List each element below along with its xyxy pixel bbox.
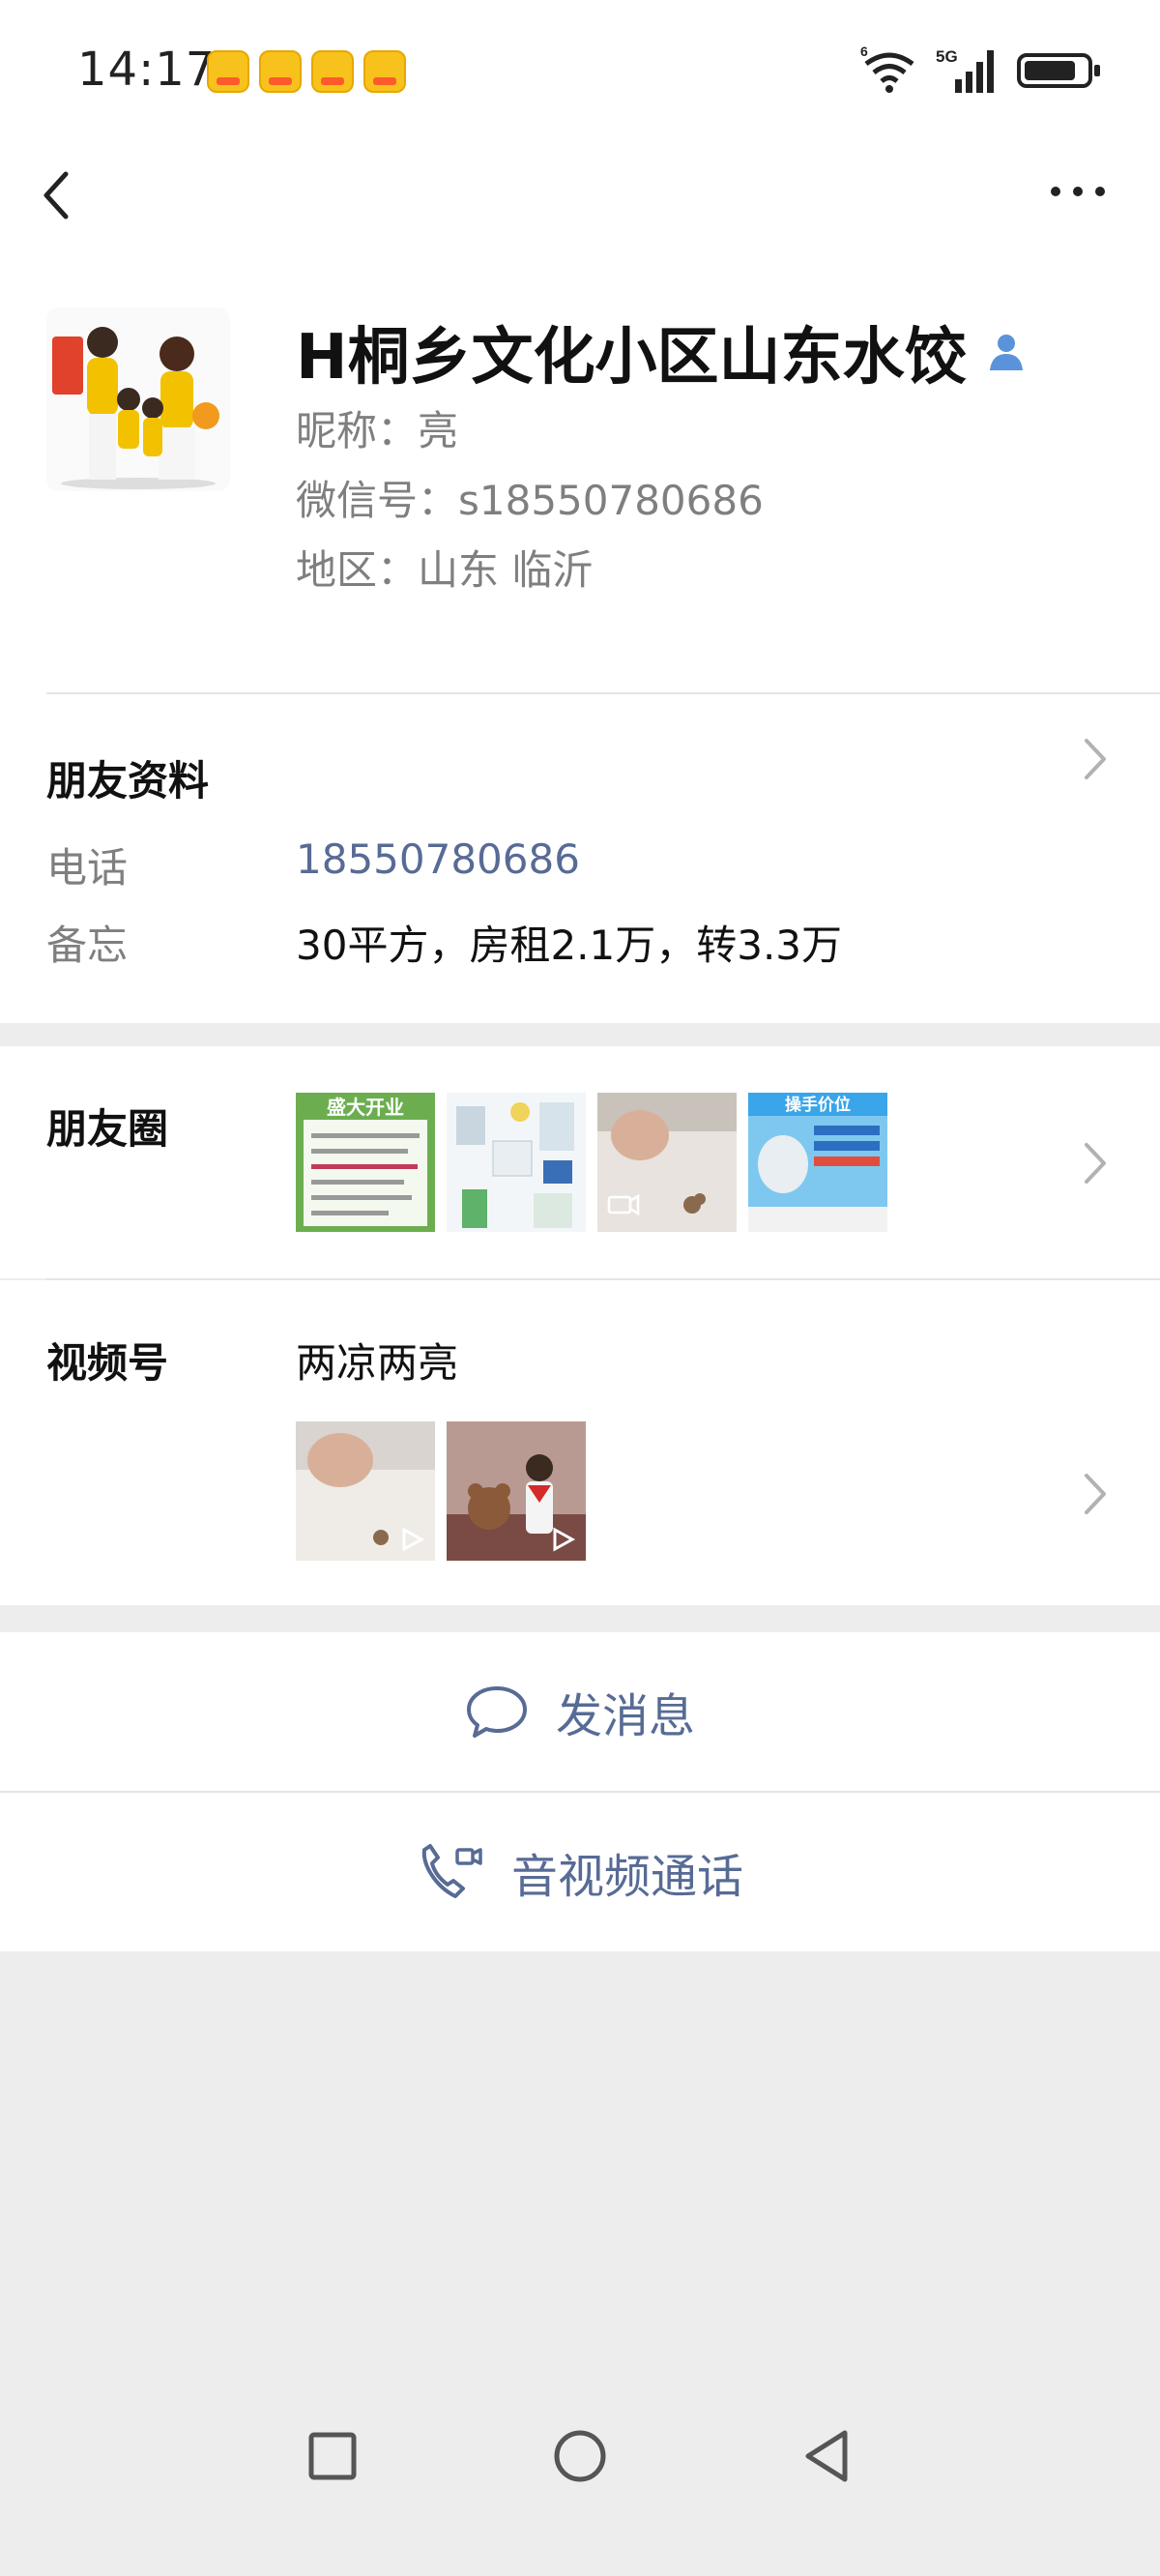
phone-label: 电话 (46, 844, 129, 892)
channel-name: 两凉两亮 (296, 1339, 459, 1387)
friend-info-section[interactable]: 朋友资料 电话 18550780686 备忘 30平方，房租2.1万，转3.3万 (0, 694, 1160, 1023)
name-row: H桐乡文化小区山东水饺 (296, 307, 1029, 396)
chevron-right-icon (1085, 1143, 1106, 1184)
app-notification-icon (259, 50, 302, 93)
app-notification-icon (363, 50, 406, 93)
channel-video-thumbnail (447, 1421, 586, 1561)
send-message-label: 发消息 (555, 1689, 695, 1743)
system-back-button[interactable] (779, 2408, 876, 2504)
memo-label: 备忘 (46, 922, 129, 969)
friend-info-title: 朋友资料 (46, 757, 210, 805)
status-time: 14:17 (77, 43, 217, 97)
system-nav-bar (0, 2408, 1160, 2576)
status-icons: 6 5G (860, 46, 1100, 95)
chevron-left-icon (44, 171, 69, 220)
display-name: H桐乡文化小区山东水饺 (296, 322, 967, 394)
nickname-text: 昵称：亮 (296, 407, 459, 454)
moments-section[interactable]: 朋友圈 盛大开业 操手价位 (0, 1046, 1160, 1278)
home-button[interactable] (532, 2408, 628, 2504)
circle-icon (554, 2430, 606, 2482)
battery-icon (1017, 53, 1100, 88)
contact-profile-page: 14:17 6 5G H桐乡文化小区山东水饺 昵称：亮 微信号：s1855078… (0, 0, 1160, 2576)
gender-male-icon (989, 335, 1023, 370)
wechat-id-text: 微信号：s18550780686 (296, 477, 764, 524)
moments-thumbnail (447, 1093, 586, 1232)
back-button[interactable] (27, 157, 104, 234)
video-call-icon (421, 1844, 482, 1898)
phone-number-link[interactable]: 18550780686 (296, 835, 580, 883)
network-type: 5G (936, 47, 958, 66)
moments-thumbnail: 盛大开业 (296, 1093, 435, 1232)
channels-title: 视频号 (46, 1339, 169, 1387)
triangle-back-icon (805, 2430, 848, 2482)
square-icon (308, 2432, 357, 2480)
moments-video-thumbnail (597, 1093, 737, 1232)
moments-thumbnail: 操手价位 (748, 1093, 887, 1232)
channels-section[interactable]: 视频号 两凉两亮 (0, 1280, 1160, 1605)
av-call-label: 音视频通话 (510, 1850, 743, 1904)
wifi-icon: 6 (860, 46, 914, 93)
wifi-badge: 6 (860, 46, 868, 59)
memo-value: 30平方，房租2.1万，转3.3万 (296, 922, 843, 969)
send-message-button[interactable]: 发消息 (0, 1632, 1160, 1791)
cellular-signal-icon: 5G (936, 47, 994, 93)
recents-button[interactable] (284, 2408, 381, 2504)
moments-thumb-1-text: 盛大开业 (327, 1096, 404, 1119)
avatar[interactable] (46, 307, 230, 491)
app-notification-icon (311, 50, 354, 93)
app-notification-icon (207, 50, 249, 93)
moments-thumb-4-text: 操手价位 (785, 1095, 851, 1115)
status-bar: 14:17 6 5G (0, 0, 1160, 135)
av-call-button[interactable]: 音视频通话 (0, 1793, 1160, 1951)
chat-bubble-icon (466, 1686, 527, 1738)
moments-title: 朋友圈 (46, 1105, 169, 1153)
profile-header: H桐乡文化小区山东水饺 昵称：亮 微信号：s18550780686 地区：山东 … (0, 251, 1160, 694)
nav-bar (0, 135, 1160, 251)
more-dots-icon (1051, 187, 1105, 196)
channel-video-thumbnail (296, 1421, 435, 1561)
region-text: 地区：山东 临沂 (296, 546, 594, 594)
chevron-right-icon (1085, 1474, 1106, 1514)
more-options-button[interactable] (1034, 162, 1121, 220)
chevron-right-icon (1085, 739, 1106, 779)
